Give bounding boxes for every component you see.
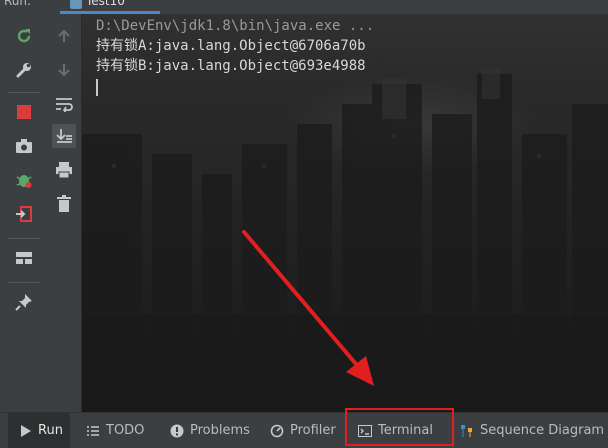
debug-bug-icon[interactable] [12,168,36,192]
camera-icon[interactable] [12,134,36,158]
tool-window-problems[interactable]: Problems [170,413,250,448]
tab-test10[interactable]: Test10 [60,0,160,14]
text-caret [96,79,98,96]
tool-window-sequence-diagram-label: Sequence Diagram [480,423,605,438]
settings-wrench-icon[interactable] [12,58,36,82]
tool-window-todo-label: TODO [106,423,145,438]
soft-wrap-icon[interactable] [52,92,76,116]
annotation-highlight-box [345,408,454,446]
pin-icon[interactable] [12,290,36,314]
console-output-line: 持有锁A:java.lang.Object@6706a70b [96,38,366,54]
tool-window-problems-label: Problems [190,423,250,438]
run-play-icon [18,424,32,438]
tool-window-profiler-label: Profiler [290,423,336,438]
console-lines: D:\DevEnv\jdk1.8\bin\java.exe ... 持有锁A:j… [96,16,374,96]
tab-test10-label: Test10 [86,0,125,8]
sequence-diagram-icon [460,424,474,438]
java-class-icon [70,0,82,9]
tool-window-sequence-diagram[interactable]: Sequence Diagram [460,413,604,448]
tool-window-run-label: Run [38,423,63,438]
rerun-icon[interactable] [12,24,36,48]
tool-window-profiler[interactable]: Profiler [270,413,336,448]
print-icon[interactable] [52,158,76,182]
list-icon [86,424,100,438]
toolbar-separator [8,238,40,239]
console-command-line: D:\DevEnv\jdk1.8\bin\java.exe ... [96,18,375,34]
run-toolbar-primary [0,14,49,412]
run-toolbar-secondary [48,14,82,412]
run-tab-strip: Run: Test10 [0,0,608,14]
tool-window-todo[interactable]: TODO [86,413,144,448]
toolbar-separator [8,282,40,283]
tool-window-bar: Run TODO Problems Profiler Terminal Sequ… [0,412,608,448]
console-output-line: 持有锁B:java.lang.Object@693e4988 [96,58,366,74]
layout-icon[interactable] [12,246,36,270]
toolbar-separator [8,92,40,93]
up-arrow-icon[interactable] [52,24,76,48]
run-label: Run: [4,0,32,8]
trash-icon[interactable] [52,192,76,216]
tool-window-run[interactable]: Run [8,413,70,448]
scroll-to-end-icon[interactable] [52,124,76,148]
profiler-icon [270,424,284,438]
console-output-panel[interactable]: D:\DevEnv\jdk1.8\bin\java.exe ... 持有锁A:j… [82,14,608,412]
stop-icon[interactable] [12,100,36,124]
exit-icon[interactable] [12,202,36,226]
problems-icon [170,424,184,438]
down-arrow-icon[interactable] [52,58,76,82]
